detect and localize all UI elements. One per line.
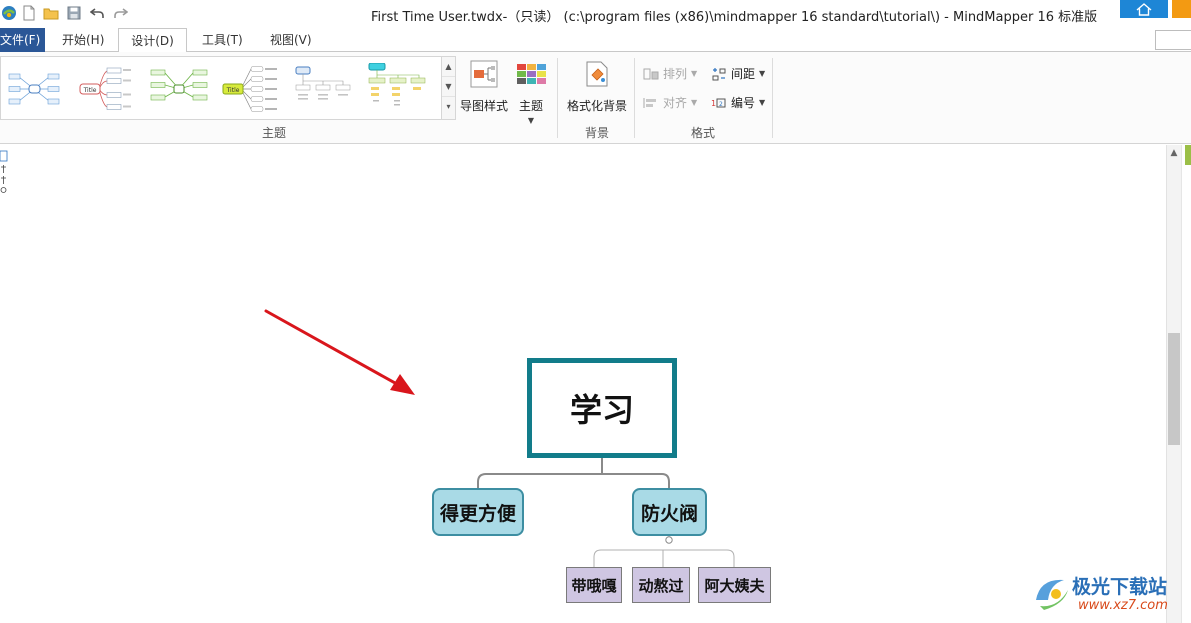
align-button[interactable]: 对齐 ▼ (643, 94, 697, 111)
arrange-button[interactable]: 排列 ▼ (643, 65, 697, 82)
style-thumb-green-radial[interactable] (149, 63, 209, 115)
theme-group-label: 主题 (262, 126, 287, 140)
spacing-dropdown-icon[interactable]: ▼ (759, 69, 765, 78)
menu-bar: 文件(F) 开始(H) 设计(D) 工具(T) 视图(V) (0, 28, 1191, 53)
sub-topic-label: 阿大姨夫 (704, 576, 765, 595)
new-doc-icon[interactable] (20, 4, 38, 22)
undo-icon[interactable] (88, 4, 106, 22)
title-bar: First Time User.twdx-（只读） (c:\program fi… (0, 0, 1191, 28)
sub-topic-1[interactable]: 带哦嘎 (566, 567, 622, 603)
main-topic-1[interactable]: 得更方便 (432, 488, 524, 536)
theme-dropdown-icon[interactable]: ▼ (512, 116, 550, 125)
sub-topic-label: 动熬过 (638, 576, 684, 595)
style-thumb-radial[interactable] (5, 63, 63, 115)
gallery-more-icon[interactable]: ▾ (442, 97, 455, 117)
ribbon-separator (772, 58, 773, 138)
home-button[interactable] (1120, 0, 1168, 18)
format-group-label: 格式 (691, 126, 716, 140)
theme-button[interactable]: 主题 ▼ (512, 58, 550, 125)
theme-palette-icon (517, 64, 546, 84)
search-input[interactable] (1155, 30, 1191, 50)
canvas-vertical-scrollbar[interactable]: ▲ (1166, 145, 1181, 623)
gallery-up-icon[interactable]: ▲ (442, 57, 455, 77)
side-panel-edge (1181, 145, 1191, 623)
mindmap-canvas[interactable]: 学习 得更方便 防火阀 带哦嘎 动熬过 阿大姨夫 (0, 145, 1166, 623)
main-topic-label: 防火阀 (640, 502, 698, 525)
open-folder-icon[interactable] (42, 4, 60, 22)
gallery-down-icon[interactable]: ▼ (442, 77, 455, 97)
arrange-label: 排列 (663, 67, 688, 81)
side-panel-tab[interactable] (1185, 145, 1191, 165)
svg-text:Title: Title (83, 87, 97, 94)
scroll-up-icon[interactable]: ▲ (1167, 148, 1181, 158)
numbering-dropdown-icon[interactable]: ▼ (759, 98, 765, 107)
map-style-label: 导图样式 (459, 99, 508, 113)
arrange-dropdown-icon: ▼ (691, 69, 698, 78)
style-thumb-cyan-org[interactable] (361, 63, 427, 115)
numbering-label: 编号 (731, 96, 756, 110)
watermark-logo-icon (1036, 579, 1068, 610)
main-topic-2[interactable]: 防火阀 (632, 488, 707, 536)
svg-text:1: 1 (711, 99, 716, 108)
style-thumb-right-tree[interactable]: Title (77, 63, 135, 115)
sub-topic-3[interactable]: 阿大姨夫 (698, 567, 771, 603)
align-icon (643, 97, 656, 108)
map-style-gallery: Title Title ▲ ▼ ▾ (0, 56, 456, 120)
save-icon[interactable] (65, 4, 83, 22)
central-topic-label: 学习 (569, 391, 634, 429)
format-background-button[interactable]: 格式化背景 (562, 58, 632, 114)
watermark-brand: 极光下载站 (1072, 576, 1168, 598)
watermark: 极光下载站 www.xz7.com (1030, 568, 1190, 620)
gallery-scrollbar[interactable]: ▲ ▼ ▾ (441, 57, 455, 119)
ribbon: Title Title ▲ ▼ ▾ 导图样式 主题 ▼ 主题 格式化背景 背景 … (0, 52, 1191, 144)
main-topic-label: 得更方便 (439, 502, 516, 525)
theme-label: 主题 (518, 99, 543, 113)
tab-view[interactable]: 视图(V) (264, 28, 318, 52)
ribbon-separator (557, 58, 558, 138)
spacing-icon (712, 67, 726, 80)
map-style-button[interactable]: 导图样式 (458, 58, 510, 114)
arrange-icon (643, 68, 659, 79)
sub-topic-label: 带哦嘎 (571, 576, 617, 595)
central-topic[interactable]: 学习 (527, 358, 677, 458)
format-background-icon (586, 61, 608, 87)
style-thumb-yellow-tree[interactable]: Title (221, 63, 281, 115)
redo-icon[interactable] (112, 4, 130, 22)
orange-window-button[interactable] (1172, 0, 1191, 18)
spacing-label: 间距 (731, 67, 756, 81)
app-logo-icon[interactable] (0, 4, 18, 22)
tab-file[interactable]: 文件(F) (0, 28, 45, 52)
numbering-button[interactable]: 12 编号 ▼ (711, 94, 765, 111)
align-label: 对齐 (663, 96, 688, 110)
numbering-icon: 12 (711, 98, 726, 108)
svg-text:Title: Title (226, 87, 240, 94)
sub-topic-2[interactable]: 动熬过 (632, 567, 690, 603)
format-background-label: 格式化背景 (566, 99, 627, 113)
background-group-label: 背景 (585, 126, 610, 140)
align-dropdown-icon: ▼ (691, 98, 698, 107)
tab-tools[interactable]: 工具(T) (196, 28, 249, 52)
spacing-button[interactable]: 间距 ▼ (711, 65, 765, 82)
map-style-icon (470, 60, 498, 88)
ribbon-separator (634, 58, 635, 138)
tab-home[interactable]: 开始(H) (56, 28, 110, 52)
window-title: First Time User.twdx-（只读） (c:\program fi… (371, 10, 1098, 25)
svg-text:2: 2 (719, 101, 723, 108)
watermark-url: www.xz7.com (1078, 598, 1168, 613)
red-arrow-icon (264, 309, 415, 395)
scrollbar-thumb[interactable] (1168, 333, 1180, 445)
tab-design[interactable]: 设计(D) (118, 28, 187, 53)
style-thumb-org-chart[interactable] (293, 63, 353, 115)
